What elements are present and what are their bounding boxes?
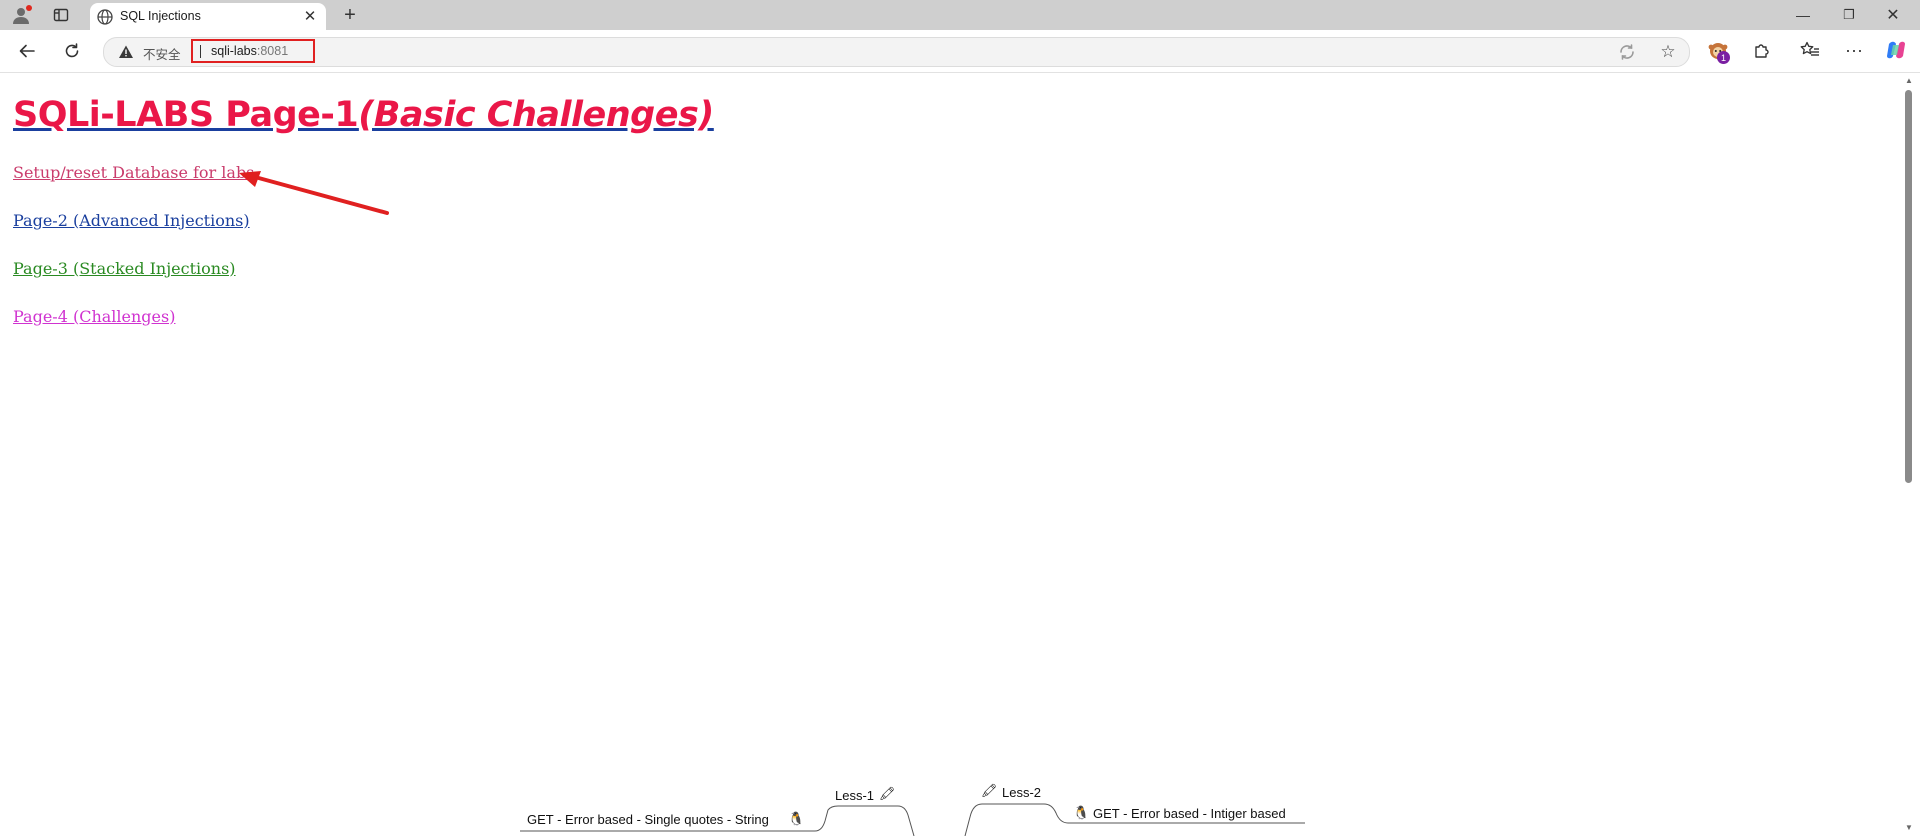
url-host: sqli-labs	[211, 44, 257, 58]
page-4-link[interactable]: Page-4 (Challenges)	[13, 307, 175, 326]
url-highlight-box[interactable]: sqli-labs:8081	[191, 39, 315, 63]
scrollbar-thumb[interactable]	[1905, 90, 1912, 483]
mindmap-less1: Less-1	[835, 788, 875, 803]
puzzle-icon[interactable]	[1750, 38, 1774, 62]
text-caret	[200, 45, 201, 58]
warning-icon[interactable]	[118, 44, 134, 60]
address-bar[interactable]: 不安全 sqli-labs:8081 ☆	[103, 37, 1690, 67]
mindmap-less2: Less-2	[1002, 785, 1042, 800]
page-title[interactable]: SQLi-LABS Page-1(Basic Challenges)	[13, 95, 714, 135]
copilot-icon[interactable]	[1884, 38, 1908, 62]
extension-icon[interactable]: 1	[1706, 38, 1730, 64]
close-window-icon[interactable]: ✕	[1880, 3, 1906, 27]
scroll-up-arrow[interactable]: ▲	[1902, 73, 1916, 87]
star-icon[interactable]: ☆	[1658, 42, 1678, 62]
page-title-sub: (Basic Challenges)	[358, 95, 714, 135]
more-icon[interactable]: ···	[1842, 38, 1866, 62]
tab-sql-injections[interactable]: SQL Injections ✕	[90, 3, 326, 30]
tab-actions-icon[interactable]	[50, 4, 72, 26]
page-2-link[interactable]: Page-2 (Advanced Injections)	[13, 211, 250, 230]
profile-icon[interactable]	[10, 4, 34, 26]
minimize-icon[interactable]: —	[1790, 3, 1816, 27]
page-3-link[interactable]: Page-3 (Stacked Injections)	[13, 259, 236, 278]
marker-icon: 🖍	[981, 783, 998, 798]
security-label[interactable]: 不安全	[143, 44, 181, 63]
extension-badge: 1	[1717, 51, 1730, 64]
favorites-icon[interactable]	[1798, 38, 1822, 62]
translate-icon[interactable]	[1618, 43, 1636, 61]
url-port: :8081	[256, 44, 289, 58]
mindmap-less2-desc: GET - Error based - Intiger based	[1093, 806, 1286, 821]
back-icon[interactable]	[14, 39, 40, 63]
page-viewport: SQLi-LABS Page-1(Basic Challenges) Setup…	[0, 73, 1900, 836]
page-title-main: SQLi-LABS Page-1	[13, 95, 359, 135]
tab-title: SQL Injections	[120, 9, 201, 23]
annotation-arrow	[239, 171, 389, 215]
globe-icon	[96, 8, 114, 26]
linux-icon: 🐧	[788, 811, 805, 826]
notification-dot	[26, 5, 32, 11]
reload-icon[interactable]	[59, 39, 85, 63]
linux-icon: 🐧	[1073, 805, 1090, 820]
tab-strip: SQL Injections ✕ + — ❐ ✕	[0, 0, 1920, 30]
browser-toolbar: 不安全 sqli-labs:8081 ☆ 1 ···	[0, 30, 1920, 73]
scroll-down-arrow[interactable]: ▼	[1902, 820, 1916, 834]
setup-database-link[interactable]: Setup/reset Database for labs	[13, 163, 254, 182]
mindmap-less1-desc: GET - Error based - Single quotes - Stri…	[527, 812, 769, 827]
new-tab-icon[interactable]: +	[338, 3, 362, 27]
tab-close-icon[interactable]: ✕	[300, 6, 320, 26]
restore-icon[interactable]: ❐	[1836, 3, 1862, 27]
url-text[interactable]: sqli-labs:8081	[211, 44, 288, 58]
marker-icon: 🖍	[879, 786, 896, 801]
